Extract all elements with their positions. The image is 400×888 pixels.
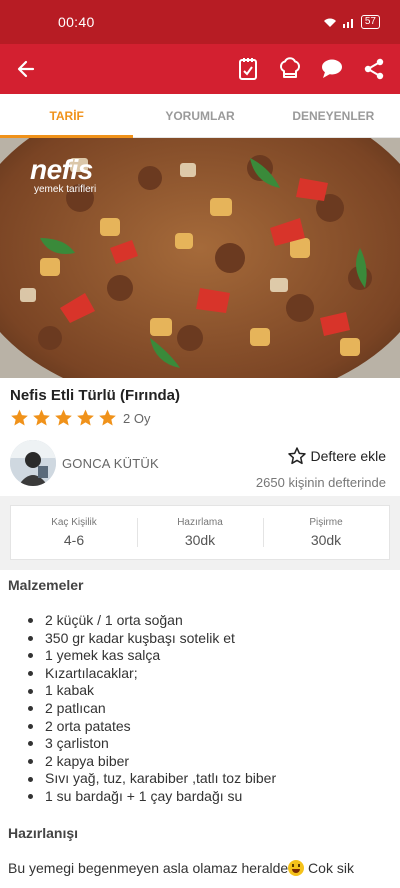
list-item: 1 su bardağı + 1 çay bardağı su: [28, 788, 276, 806]
stat-label: Pişirme: [309, 517, 343, 528]
star-icon: [11, 409, 28, 426]
list-item: Kızartılacaklar;: [28, 665, 276, 683]
nefis-logo: nefis yemek tarifleri: [30, 154, 97, 196]
wifi-icon: [323, 18, 336, 27]
preparation-text: Bu yemegi begenmeyen asla olamaz heralde…: [8, 860, 354, 876]
stat-value: 30dk: [184, 532, 216, 548]
star-icon: [99, 409, 116, 426]
star-icon: [55, 409, 72, 426]
status-time: 00:40: [58, 14, 95, 30]
stat-cook-time: Pişirme 30dk: [263, 506, 389, 559]
grinning-face-icon: [288, 860, 305, 876]
list-item: Sıvı yağ, tuz, karabiber ,tatlı toz bibe…: [28, 770, 276, 788]
avatar[interactable]: [10, 440, 56, 486]
add-to-notebook-label: Deftere ekle: [310, 448, 386, 464]
list-item: 2 orta patates: [28, 718, 276, 736]
star-icon: [33, 409, 50, 426]
list-item: 2 kapya biber: [28, 753, 276, 771]
stat-label: Hazırlama: [177, 517, 223, 528]
add-to-notebook-button[interactable]: Deftere ekle: [287, 446, 386, 466]
notebook-button[interactable]: [230, 51, 266, 87]
chef-hat-icon: [279, 57, 301, 78]
star-outline-icon: [287, 447, 306, 465]
back-button[interactable]: [8, 51, 44, 87]
preparation-heading: Hazırlanışı: [8, 825, 79, 841]
rating[interactable]: 2 Oy: [9, 408, 150, 428]
notebook-count: 2650 kişinin defterinde: [255, 475, 386, 490]
back-arrow-icon: [17, 60, 35, 78]
chef-button[interactable]: [272, 51, 308, 87]
stat-value: 30dk: [310, 532, 342, 548]
list-item: 2 küçük / 1 orta soğan: [28, 612, 276, 630]
author[interactable]: GONCA KÜTÜK: [10, 440, 159, 486]
tab-recipe[interactable]: TARİF: [0, 94, 134, 138]
app-bar: [0, 44, 400, 94]
system-indicators: 57: [323, 15, 380, 29]
tab-bar: TARİF YORUMLAR DENEYENLER: [0, 94, 400, 138]
list-item: 1 kabak: [28, 682, 276, 700]
chat-bubble-icon: [322, 59, 342, 78]
status-bar: 00:40 57: [0, 0, 400, 44]
battery-icon: 57: [360, 15, 380, 29]
list-item: 350 gr kadar kuşbaşı sotelik et: [28, 630, 276, 648]
ingredients-list: 2 küçük / 1 orta soğan 350 gr kadar kuşb…: [28, 612, 276, 806]
preparation-text-end: Cok sik: [304, 860, 354, 876]
recipe-stats-section: Kaç Kişilik 4-6 Hazırlama 30dk Pişirme 3…: [0, 496, 400, 570]
comments-button[interactable]: [314, 51, 350, 87]
list-item: 3 çarliston: [28, 735, 276, 753]
signal-icon: [342, 18, 353, 28]
stat-value: 4-6: [63, 532, 85, 548]
share-icon: [364, 58, 384, 80]
preparation-text-start: Bu yemegi begenmeyen asla olamaz heralde: [8, 860, 289, 876]
stat-label: Kaç Kişilik: [51, 517, 97, 528]
notebook-check-icon: [239, 58, 257, 80]
list-item: 1 yemek kas salça: [28, 647, 276, 665]
share-button[interactable]: [356, 51, 392, 87]
stat-servings: Kaç Kişilik 4-6: [11, 506, 137, 559]
recipe-title: Nefis Etli Türlü (Fırında): [10, 387, 181, 404]
star-icon: [77, 409, 94, 426]
recipe-stats: Kaç Kişilik 4-6 Hazırlama 30dk Pişirme 3…: [10, 505, 390, 560]
list-item: 2 patlıcan: [28, 700, 276, 718]
ingredients-heading: Malzemeler: [8, 577, 84, 593]
tab-tried[interactable]: DENEYENLER: [267, 94, 400, 137]
stat-prep-time: Hazırlama 30dk: [137, 506, 263, 559]
tab-comments[interactable]: YORUMLAR: [133, 94, 266, 137]
vote-count: 2 Oy: [123, 410, 151, 426]
recipe-photo: nefis yemek tarifleri: [0, 138, 400, 378]
author-name[interactable]: GONCA KÜTÜK: [62, 456, 159, 471]
